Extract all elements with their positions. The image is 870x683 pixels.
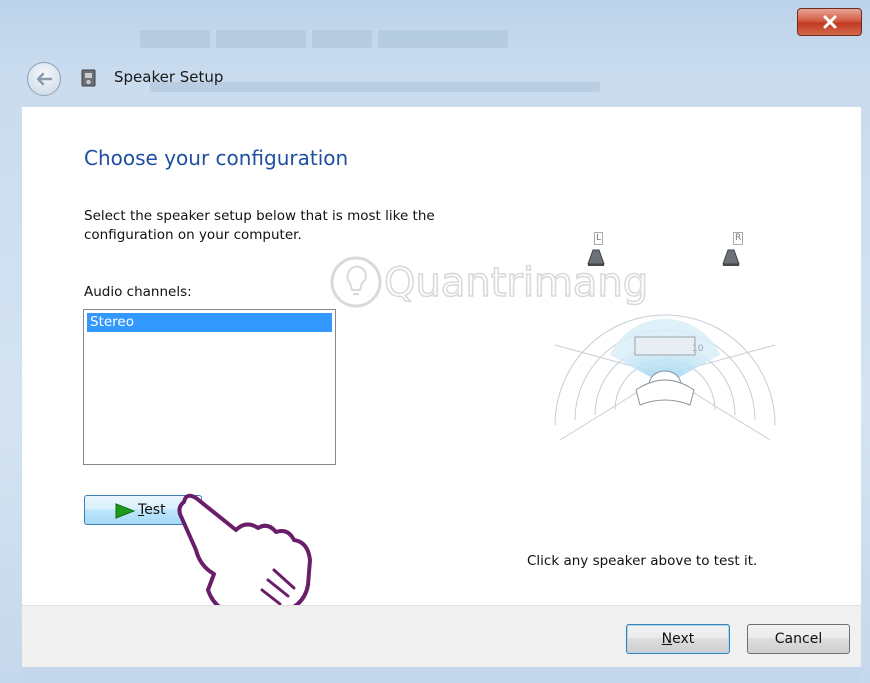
cancel-button[interactable]: Cancel <box>747 624 850 654</box>
page-heading: Choose your configuration <box>84 146 349 170</box>
speaker-icon <box>722 249 740 266</box>
audio-channels-label: Audio channels: <box>84 284 192 300</box>
play-icon <box>115 503 135 519</box>
audio-channels-list[interactable]: Stereo <box>83 309 336 465</box>
background-window-tabs <box>140 30 560 56</box>
close-icon <box>823 15 836 29</box>
pointing-hand-icon <box>177 493 312 618</box>
back-button[interactable] <box>27 62 61 96</box>
left-speaker-label: L <box>594 232 604 245</box>
list-item-stereo[interactable]: Stereo <box>87 313 332 332</box>
page-description: Select the speaker setup below that is m… <box>84 208 435 243</box>
right-speaker[interactable]: R <box>719 232 744 270</box>
dialog-footer <box>22 605 861 668</box>
back-arrow-icon <box>36 72 53 86</box>
speaker-test-hint: Click any speaker above to test it. <box>527 553 758 569</box>
right-speaker-label: R <box>733 232 744 245</box>
svg-text:10: 10 <box>692 344 704 354</box>
speaker-setup-icon <box>81 69 96 87</box>
close-button[interactable] <box>797 8 862 36</box>
watermark-logo: Quantrimang <box>326 252 686 312</box>
window-title: Speaker Setup <box>114 68 224 86</box>
next-button-label: Next <box>661 631 695 647</box>
window-bottom-border <box>22 667 861 683</box>
svg-text:Quantrimang: Quantrimang <box>384 260 648 306</box>
next-button[interactable]: Next <box>626 624 730 654</box>
test-button-label: Test <box>138 502 166 518</box>
